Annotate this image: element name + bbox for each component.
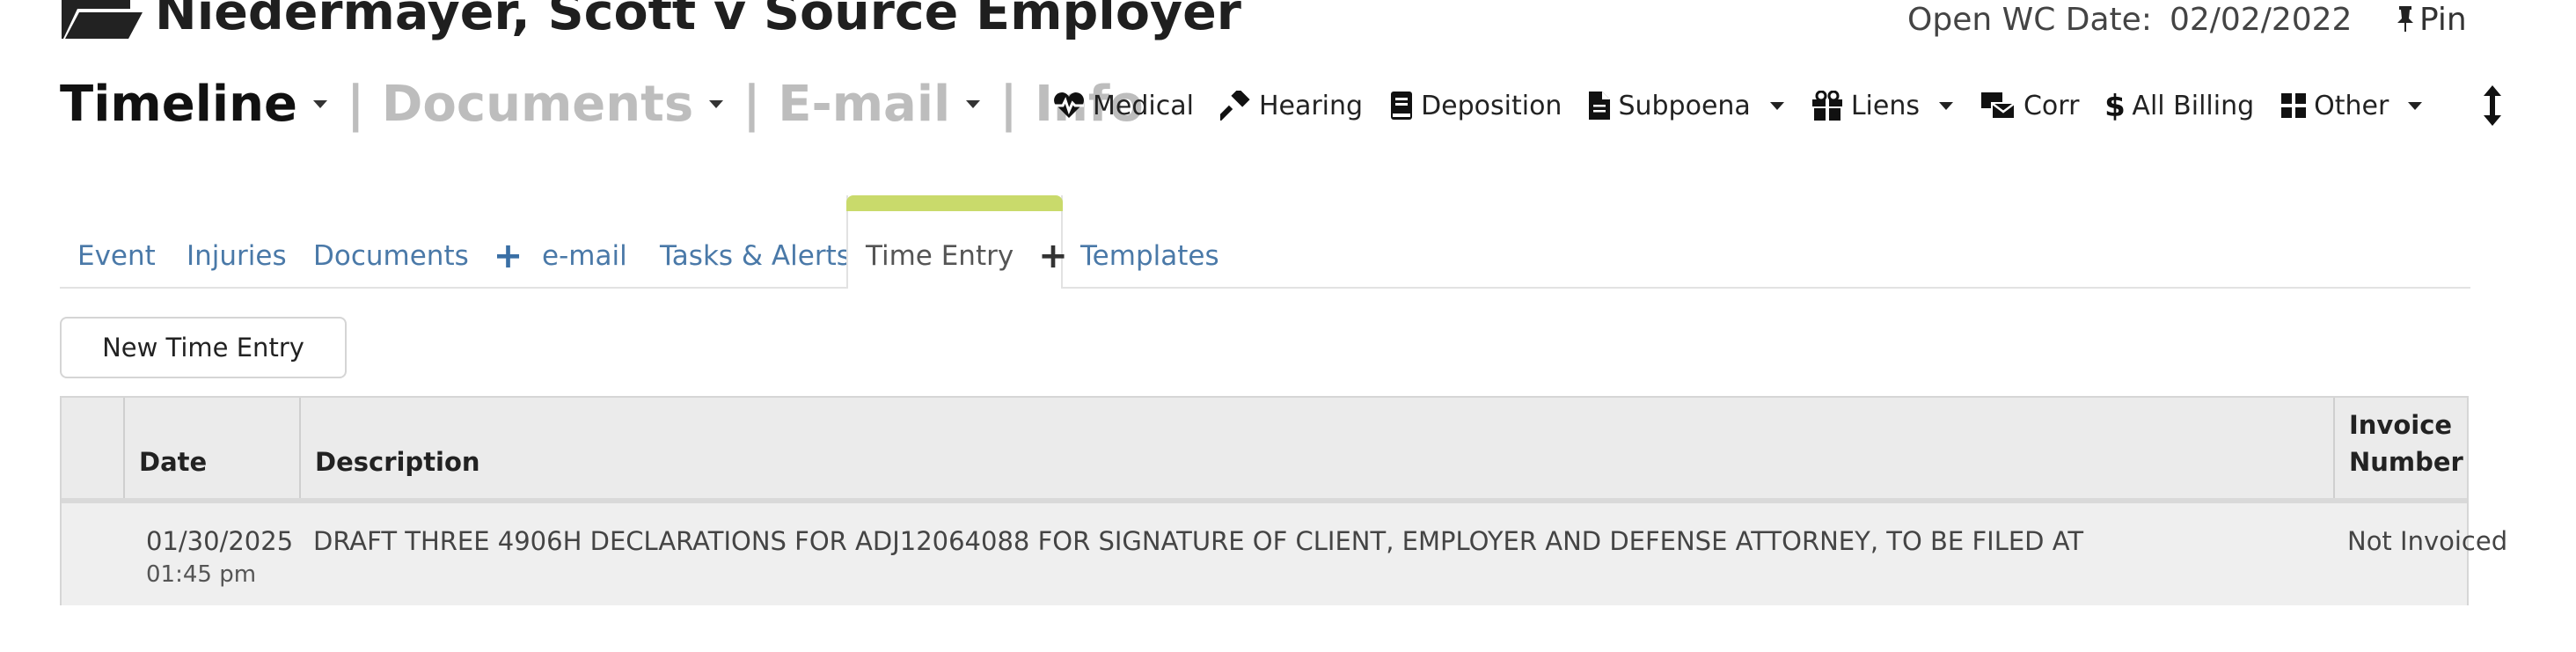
- toolbar-all-billing-label: All Billing: [2132, 90, 2255, 121]
- file-icon: [1589, 92, 1611, 120]
- chevron-down-icon[interactable]: [1769, 101, 1784, 110]
- description-column-header[interactable]: Description: [299, 398, 2333, 498]
- heartbeat-icon: [1054, 92, 1084, 118]
- row-date: 01/30/2025: [146, 526, 294, 556]
- nav-email-label: | E-mail: [743, 75, 951, 133]
- book-icon: [1391, 92, 1413, 120]
- chevron-down-icon[interactable]: [966, 99, 981, 108]
- nav-timeline[interactable]: Timeline: [60, 76, 347, 133]
- row-invoice-status: Not Invoiced: [2347, 526, 2508, 556]
- row-description: DRAFT THREE 4906H DECLARATIONS FOR ADJ12…: [313, 526, 2084, 556]
- gavel-icon: [1219, 91, 1250, 121]
- tab-event[interactable]: Event: [77, 225, 156, 287]
- tab-tasks-alerts[interactable]: Tasks & Alerts: [660, 225, 851, 287]
- tab-templates-label: Templates: [1080, 240, 1219, 272]
- select-column-header: [62, 398, 123, 498]
- date-header-label: Date: [139, 447, 208, 477]
- invoice-header-line1: Invoice: [2349, 410, 2453, 440]
- invoice-number-column-header[interactable]: Invoice Number: [2333, 398, 2467, 498]
- tab-event-label: Event: [77, 240, 156, 272]
- new-time-entry-button[interactable]: New Time Entry: [60, 317, 347, 378]
- toolbar-corr-label: Corr: [2023, 90, 2080, 121]
- toolbar-subpoena[interactable]: Subpoena: [1588, 90, 1784, 121]
- expand-toggle[interactable]: [2484, 85, 2508, 126]
- open-date-label: Open WC Date:: [1907, 1, 2152, 38]
- tab-templates[interactable]: Templates: [1080, 225, 1219, 287]
- description-header-label: Description: [315, 447, 480, 477]
- toolbar-subpoena-label: Subpoena: [1618, 90, 1751, 121]
- toolbar-medical[interactable]: Medical: [1052, 91, 1194, 121]
- row-time: 01:45 pm: [146, 561, 257, 588]
- primary-nav: Timeline | Documents | E-mail | Info: [60, 72, 1144, 136]
- time-entry-table: Date Description Invoice Number 01/30/20…: [60, 396, 2507, 605]
- chevron-down-icon[interactable]: [312, 99, 327, 108]
- folder-open-icon: [62, 0, 143, 39]
- pin-icon: [2397, 6, 2413, 32]
- case-toolbar: Medical Hearing Deposition Subpoena Lien…: [1052, 79, 2508, 132]
- toolbar-deposition[interactable]: Deposition: [1389, 91, 1562, 121]
- nav-email[interactable]: | E-mail: [743, 76, 999, 133]
- tab-time-entry[interactable]: Time Entry +: [846, 195, 1068, 289]
- tab-documents-label: Documents: [313, 240, 469, 272]
- grid-icon: [2281, 93, 2307, 118]
- toolbar-all-billing[interactable]: $ All Billing: [2105, 89, 2254, 122]
- toolbar-medical-label: Medical: [1093, 90, 1194, 121]
- open-wc-date: Open WC Date: 02/02/2022: [1907, 0, 2352, 39]
- table-row[interactable]: 01/30/2025 01:45 pm DRAFT THREE 4906H DE…: [62, 503, 2507, 605]
- toolbar-other[interactable]: Other: [2280, 90, 2423, 121]
- add-time-entry-plus-icon[interactable]: +: [1038, 236, 1068, 276]
- chevron-down-icon[interactable]: [1938, 101, 1953, 110]
- open-date-value: 02/02/2022: [2169, 1, 2353, 38]
- tab-bar: Event Injuries Documents + e-mail Tasks …: [60, 195, 2470, 289]
- tab-tasks-alerts-label: Tasks & Alerts: [660, 240, 851, 272]
- tab-email-label: e-mail: [542, 240, 627, 272]
- add-document-plus-icon[interactable]: +: [494, 236, 523, 276]
- gift-icon: [1811, 91, 1842, 121]
- chevron-down-icon[interactable]: [2408, 101, 2423, 110]
- toolbar-liens-label: Liens: [1850, 90, 1920, 121]
- nav-documents[interactable]: | Documents: [347, 76, 743, 133]
- row-date-cell: 01/30/2025 01:45 pm: [146, 526, 293, 588]
- nav-documents-label: | Documents: [346, 75, 694, 133]
- case-title: Niedermayer, Scott v Source Employer: [60, 0, 1241, 44]
- svg-text:$: $: [2105, 89, 2125, 122]
- pin-button[interactable]: Pin: [2397, 0, 2467, 39]
- pin-label: Pin: [2419, 1, 2467, 38]
- toolbar-other-label: Other: [2314, 90, 2389, 121]
- toolbar-deposition-label: Deposition: [1421, 90, 1562, 121]
- case-title-text: Niedermayer, Scott v Source Employer: [155, 0, 1241, 41]
- toolbar-liens[interactable]: Liens: [1811, 91, 1953, 121]
- toolbar-corr[interactable]: Corr: [1980, 91, 2079, 121]
- table-header: Date Description Invoice Number: [62, 398, 2467, 503]
- vertical-arrows-icon: [2484, 85, 2502, 126]
- tab-time-entry-label: Time Entry: [866, 240, 1014, 272]
- mail-bulk-icon: [1980, 92, 2016, 120]
- nav-timeline-label: Timeline: [60, 75, 297, 133]
- toolbar-hearing[interactable]: Hearing: [1219, 90, 1364, 121]
- tab-email[interactable]: e-mail: [542, 225, 627, 287]
- tab-injuries-label: Injuries: [187, 240, 287, 272]
- date-column-header[interactable]: Date: [123, 398, 299, 498]
- toolbar-hearing-label: Hearing: [1258, 90, 1364, 121]
- tab-injuries[interactable]: Injuries: [187, 225, 287, 287]
- invoice-header-line2: Number: [2349, 447, 2463, 477]
- tab-documents[interactable]: Documents +: [313, 225, 523, 287]
- chevron-down-icon[interactable]: [709, 99, 724, 108]
- dollar-icon: $: [2105, 89, 2125, 122]
